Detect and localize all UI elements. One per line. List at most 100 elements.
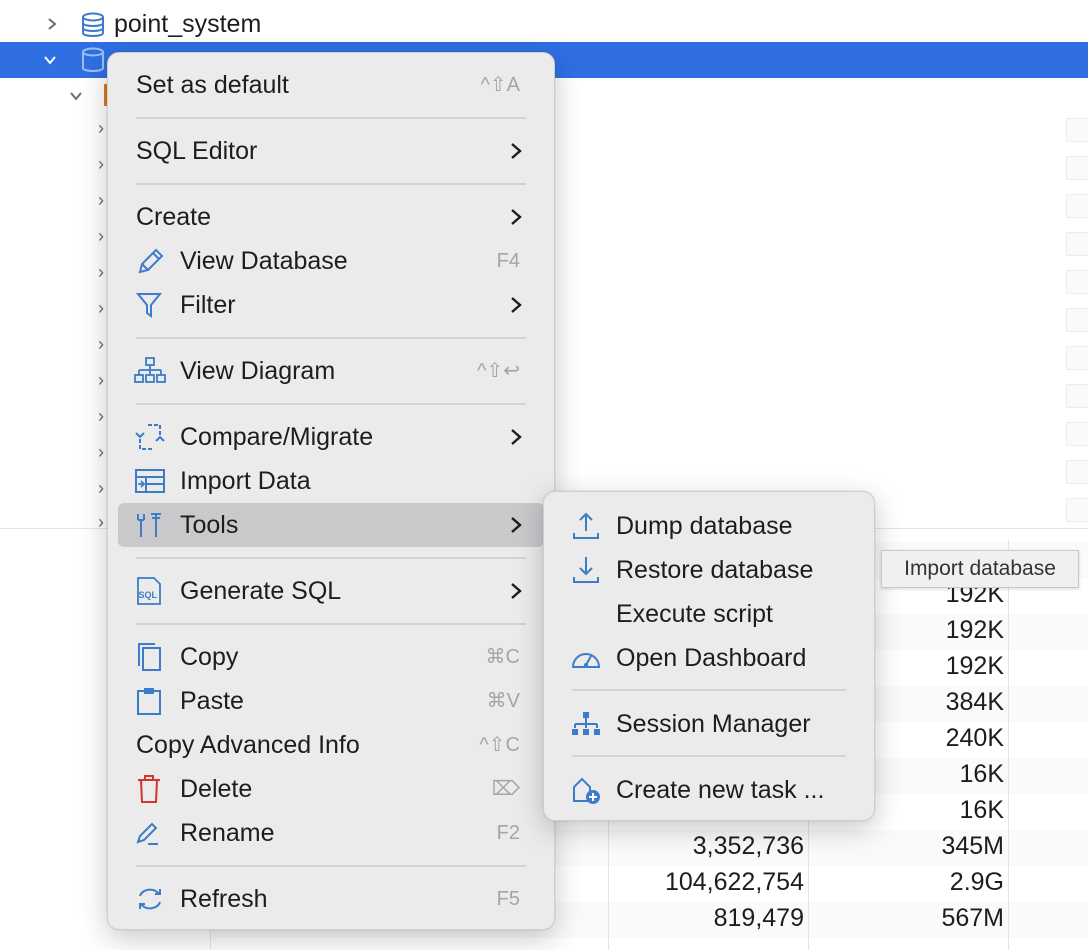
table-cell-size: 567M [941,904,1004,932]
shortcut-label: F4 [496,250,520,272]
menu-item-compare-migrate[interactable]: Compare/Migrate [118,415,544,459]
menu-separator [136,337,526,339]
menu-item-view-diagram[interactable]: View Diagram ^⇧↩ [118,349,544,393]
menu-separator [136,403,526,405]
shortcut-label: ^⇧A [480,74,520,96]
chevron-right-icon[interactable] [46,18,58,30]
menu-item-label: Execute script [616,600,774,628]
chevron-down-icon[interactable] [44,54,56,66]
chevron-right-icon[interactable]: › [98,118,104,139]
menu-item-session-manager[interactable]: Session Manager [554,702,864,746]
table-cell-size: 16K [959,796,1004,824]
chevron-right-icon[interactable]: › [98,512,104,533]
compare-icon [135,424,165,450]
scroll-markers [1066,118,1088,522]
menu-item-label: SQL Editor [136,137,258,165]
menu-item-label: Restore database [616,556,814,584]
table-cell-size: 192K [945,616,1004,644]
download-icon [573,557,599,583]
menu-item-label: Session Manager [616,710,811,738]
table-cell-rows: 3,352,736 [692,832,804,860]
menu-item-label: Dump database [616,512,793,540]
refresh-icon [139,888,161,910]
import-table-icon [135,469,165,493]
menu-item-dump-database[interactable]: Dump database [554,504,864,548]
chevron-right-icon[interactable]: › [98,478,104,499]
shortcut-label: ^⇧↩ [477,360,520,382]
tooltip: Import database [881,550,1079,588]
sql-file-icon: SQL [137,577,161,605]
upload-icon [573,512,599,539]
chevron-right-icon [511,429,522,445]
new-task-icon [573,777,600,804]
chevron-right-icon[interactable]: › [98,262,104,283]
menu-item-sql-editor[interactable]: SQL Editor [118,129,544,173]
menu-separator [136,865,526,867]
chevron-right-icon[interactable]: › [98,298,104,319]
menu-item-generate-sql[interactable]: SQL Generate SQL [118,569,544,613]
menu-separator [136,557,526,559]
rename-pencil-icon [136,822,158,845]
svg-text:SQL: SQL [139,590,158,600]
menu-item-label: Rename [180,819,275,847]
menu-item-tools[interactable]: Tools [118,503,544,547]
tree-row-point-system[interactable]: point_system [0,6,1088,42]
menu-item-open-dashboard[interactable]: Open Dashboard [554,636,864,680]
menu-item-execute-script[interactable]: Execute script [554,592,864,636]
menu-item-import-data[interactable]: Import Data [118,459,544,503]
table-cell-rows: 819,479 [713,904,804,932]
database-icon [82,47,104,72]
chevron-right-icon[interactable]: › [98,334,104,355]
chevron-down-icon[interactable] [70,90,82,102]
menu-item-copy[interactable]: Copy ⌘C [118,635,544,679]
chevron-right-icon[interactable]: › [98,406,104,427]
trash-icon [138,775,160,803]
filter-icon [135,293,163,318]
menu-item-label: Set as default [136,71,289,99]
menu-separator [136,623,526,625]
menu-item-rename[interactable]: Rename F2 [118,811,544,855]
menu-item-paste[interactable]: Paste ⌘V [118,679,544,723]
menu-item-label: Refresh [180,885,268,913]
chevron-right-icon[interactable]: › [98,190,104,211]
shortcut-label: F5 [496,888,520,910]
chevron-right-icon[interactable]: › [98,442,104,463]
menu-item-refresh[interactable]: Refresh F5 [118,877,544,921]
menu-item-set-as-default[interactable]: Set as default ^⇧A [118,63,544,107]
chevron-right-icon [511,143,522,159]
chevron-right-icon[interactable]: › [98,226,104,247]
chevron-right-icon[interactable]: › [98,154,104,175]
menu-item-label: Create new task ... [616,776,825,804]
menu-item-copy-advanced-info[interactable]: Copy Advanced Info ^⇧C [118,723,544,767]
database-icon [82,12,104,37]
menu-item-label: Open Dashboard [616,644,807,672]
chevron-right-icon [511,517,522,533]
tools-submenu: Dump database Restore database Execute s… [543,491,875,821]
menu-item-create[interactable]: Create [118,195,544,239]
pencil-icon [138,248,164,274]
menu-item-filter[interactable]: Filter [118,283,544,327]
menu-item-label: View Diagram [180,357,336,385]
menu-item-label: Copy [180,643,239,671]
tools-icon [137,513,161,537]
menu-item-label: Compare/Migrate [180,423,374,451]
dashboard-gauge-icon [571,653,601,668]
shortcut-label: F2 [496,822,520,844]
table-cell-size: 2.9G [949,868,1004,896]
database-context-menu: Set as default ^⇧A SQL Editor Create Vie… [107,52,555,930]
menu-item-restore-database[interactable]: Restore database [554,548,864,592]
menu-separator [136,117,526,119]
table-cell-size: 384K [945,688,1004,716]
shortcut-label: ⌦ [491,778,520,800]
column-divider [1008,540,1009,950]
menu-item-label: Import Data [180,467,311,495]
chevron-right-icon[interactable]: › [98,370,104,391]
tree-label: point_system [114,10,262,38]
menu-item-label: Generate SQL [180,577,342,605]
menu-item-create-new-task[interactable]: Create new task ... [554,768,864,812]
menu-item-label: Filter [180,291,236,319]
menu-item-delete[interactable]: Delete ⌦ [118,767,544,811]
hierarchy-icon [572,712,600,735]
menu-item-view-database[interactable]: View Database F4 [118,239,544,283]
shortcut-label: ⌘V [486,690,520,712]
